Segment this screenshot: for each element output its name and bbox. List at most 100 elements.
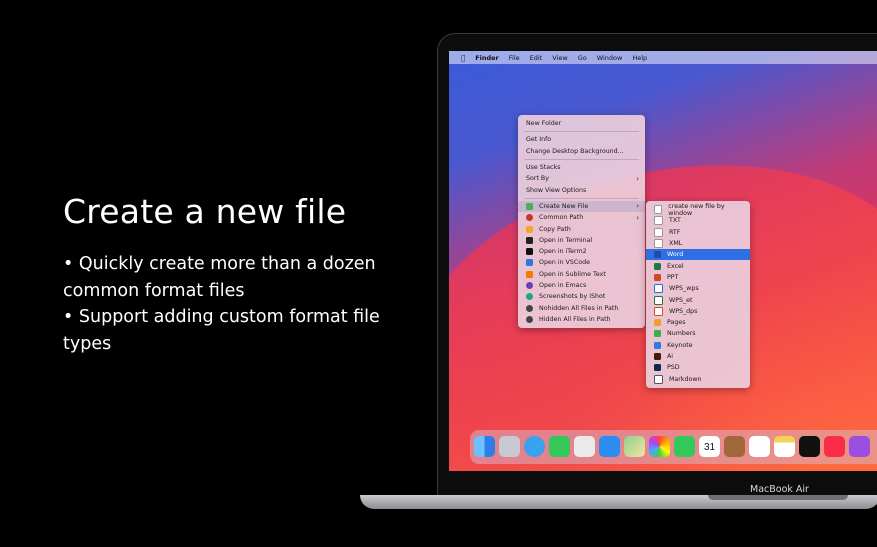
menu-item-sort-by[interactable]: Sort By › — [518, 173, 645, 184]
photos-icon[interactable] — [649, 436, 670, 457]
bear-icon[interactable] — [724, 436, 745, 457]
menu-help[interactable]: Help — [632, 54, 647, 62]
txt-icon — [654, 216, 663, 226]
menu-item-create-new-file[interactable]: Create New File › — [518, 200, 645, 213]
menu-item-use-stacks[interactable]: Use Stacks — [518, 162, 645, 173]
menu-item-label: Show View Options — [526, 186, 587, 194]
submenu-item-wps-dps[interactable]: WPS_dps — [646, 306, 750, 317]
submenu-item-label: PSD — [667, 364, 680, 372]
submenu-item-label: Keynote — [667, 341, 693, 349]
menu-item-open-iterm2[interactable]: Open in iTerm2 — [518, 246, 645, 257]
feature-bullet: • Support adding custom format file type… — [63, 307, 380, 354]
finder-icon[interactable] — [474, 436, 495, 457]
music-icon[interactable] — [824, 436, 845, 457]
apple-icon[interactable]:  — [461, 54, 465, 62]
menu-item-label: Screenshots by iShot — [539, 293, 606, 301]
menu-item-common-path[interactable]: Common Path › — [518, 212, 645, 223]
camera-icon — [526, 293, 533, 301]
menu-item-label: Open in Terminal — [539, 236, 593, 244]
menu-item-nohidden-files[interactable]: Nohidden All Files in Path — [518, 302, 645, 313]
messages-icon[interactable] — [549, 436, 570, 457]
reminders-icon[interactable] — [749, 436, 770, 457]
menu-item-open-emacs[interactable]: Open in Emacs — [518, 280, 645, 291]
menu-item-label: Sort By — [526, 175, 549, 183]
submenu-item-rtf[interactable]: RTF — [646, 227, 750, 238]
safari-icon[interactable] — [524, 436, 545, 457]
submenu-item-label: Markdown — [669, 375, 702, 383]
launchpad-icon[interactable] — [499, 436, 520, 457]
laptop-notch — [708, 495, 848, 500]
submenu-item-wps-et[interactable]: WPS_et — [646, 294, 750, 305]
menu-item-show-view-options[interactable]: Show View Options — [518, 184, 645, 195]
menu-item-copy-path[interactable]: Copy Path — [518, 223, 645, 234]
menu-edit[interactable]: Edit — [530, 54, 543, 62]
chevron-right-icon: › — [636, 202, 639, 211]
rtf-icon — [654, 227, 663, 237]
menu-item-label: Open in Emacs — [539, 282, 587, 289]
screenshot-icon[interactable] — [574, 436, 595, 457]
feature-bullet: • Quickly create more than a dozen commo… — [63, 254, 376, 301]
file-plus-icon — [526, 202, 533, 210]
menu-item-get-info[interactable]: Get Info — [518, 134, 645, 145]
facetime-icon[interactable] — [674, 436, 695, 457]
menu-item-label: Create New File — [539, 202, 589, 210]
submenu-item-label: Ai — [667, 353, 674, 360]
submenu-item-ai[interactable]: Ai — [646, 351, 750, 362]
menu-item-label: Change Desktop Background... — [526, 147, 624, 155]
markdown-icon — [654, 374, 663, 384]
create-new-file-submenu: create new file by window TXT RTF XML Wo… — [646, 201, 750, 388]
submenu-item-pages[interactable]: Pages — [646, 317, 750, 328]
chevron-right-icon: › — [636, 213, 639, 222]
menu-go[interactable]: Go — [578, 54, 587, 62]
submenu-item-markdown[interactable]: Markdown — [646, 373, 750, 384]
podcasts-icon[interactable] — [849, 436, 870, 457]
menu-item-new-folder[interactable]: New Folder — [518, 118, 645, 129]
calendar-icon[interactable]: 31 — [699, 436, 720, 457]
menu-item-label: Get Info — [526, 136, 552, 144]
document-icon — [654, 205, 663, 215]
mail-icon[interactable] — [599, 436, 620, 457]
submenu-item-numbers[interactable]: Numbers — [646, 328, 750, 339]
menu-finder[interactable]: Finder — [475, 54, 499, 62]
ppt-icon — [654, 273, 661, 281]
maps-icon[interactable] — [624, 436, 645, 457]
mac-menubar:  Finder File Edit View Go Window Help — [449, 51, 877, 64]
eye-icon — [526, 304, 533, 312]
tv-icon[interactable] — [799, 436, 820, 457]
menu-item-open-vscode[interactable]: Open in VSCode — [518, 257, 645, 268]
submenu-item-word[interactable]: Word — [646, 249, 750, 261]
menu-item-label: Open in VSCode — [539, 259, 590, 267]
submenu-item-label: TXT — [669, 217, 681, 225]
numbers-icon — [654, 330, 661, 338]
menu-item-hidden-files[interactable]: Hidden All Files in Path — [518, 314, 645, 325]
menu-file[interactable]: File — [509, 54, 520, 62]
submenu-item-txt[interactable]: TXT — [646, 215, 750, 226]
terminal-icon — [526, 236, 533, 244]
menu-item-label: Copy Path — [539, 225, 571, 233]
menu-item-screenshots-ishot[interactable]: Screenshots by iShot — [518, 291, 645, 302]
notes-icon[interactable] — [774, 436, 795, 457]
calendar-day: 31 — [703, 442, 716, 453]
word-icon — [654, 251, 661, 259]
xml-icon — [654, 239, 663, 249]
menu-item-open-terminal[interactable]: Open in Terminal — [518, 235, 645, 246]
bookmark-icon — [526, 214, 533, 222]
menu-item-label: New Folder — [526, 120, 562, 128]
submenu-item-by-window[interactable]: create new file by window — [646, 203, 750, 217]
submenu-item-label: PPT — [667, 273, 679, 281]
vscode-icon — [526, 259, 533, 267]
submenu-item-keynote[interactable]: Keynote — [646, 340, 750, 351]
submenu-item-excel[interactable]: Excel — [646, 260, 750, 271]
menu-item-label: Common Path — [539, 214, 584, 222]
submenu-item-wps-wps[interactable]: WPS_wps — [646, 283, 750, 294]
submenu-item-xml[interactable]: XML — [646, 238, 750, 249]
menu-window[interactable]: Window — [597, 54, 623, 62]
menu-item-open-sublime[interactable]: Open in Sublime Text — [518, 269, 645, 280]
submenu-item-label: XML — [669, 240, 683, 248]
submenu-item-ppt[interactable]: PPT — [646, 272, 750, 283]
chevron-right-icon: › — [636, 174, 639, 183]
menu-separator — [524, 131, 639, 133]
menu-view[interactable]: View — [552, 54, 567, 62]
submenu-item-psd[interactable]: PSD — [646, 362, 750, 373]
menu-item-change-background[interactable]: Change Desktop Background... — [518, 146, 645, 157]
